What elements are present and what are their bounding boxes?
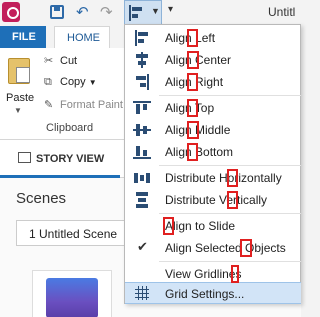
scene-selector[interactable]: 1 Untitled Scene bbox=[16, 220, 136, 246]
save-icon[interactable] bbox=[50, 5, 64, 19]
format-painter-label: Format Paint bbox=[60, 99, 123, 111]
copy-icon: ⧉ bbox=[44, 76, 52, 88]
chevron-down-icon[interactable]: ▼ bbox=[151, 6, 160, 16]
align-left-icon bbox=[129, 5, 145, 21]
story-view-label: STORY VIEW bbox=[36, 153, 105, 165]
distribute-horizontal-icon bbox=[133, 170, 151, 186]
menu-item-align-top[interactable]: Align Top bbox=[125, 97, 301, 119]
grid-icon bbox=[135, 286, 149, 300]
access-key-highlight bbox=[240, 239, 252, 257]
check-icon: ✔ bbox=[137, 239, 148, 254]
menu-separator bbox=[159, 213, 301, 214]
story-view-button[interactable]: STORY VIEW bbox=[18, 152, 104, 165]
menu-item-label: Align to Slide bbox=[165, 219, 236, 233]
menu-item-label: Align Bottom bbox=[165, 145, 234, 159]
tab-home[interactable]: HOME bbox=[54, 26, 110, 48]
redo-icon[interactable]: ↷ bbox=[100, 3, 113, 21]
app-logo-icon[interactable] bbox=[2, 2, 20, 22]
window-title: Untitl bbox=[268, 5, 296, 19]
access-key-highlight bbox=[187, 51, 199, 69]
menu-item-align-to-slide[interactable]: Align to Slide bbox=[125, 215, 301, 237]
menu-separator bbox=[159, 95, 301, 96]
chevron-down-icon: ▼ bbox=[88, 78, 97, 87]
menu-separator bbox=[159, 261, 301, 262]
tab-file[interactable]: FILE bbox=[0, 26, 46, 48]
access-key-highlight bbox=[227, 169, 238, 187]
menu-item-align-center[interactable]: Align Center bbox=[125, 49, 301, 71]
menu-item-grid-settings[interactable]: Grid Settings... bbox=[125, 282, 301, 304]
align-bottom-icon bbox=[133, 144, 151, 160]
menu-item-distribute-vertically[interactable]: Distribute Vertically bbox=[125, 189, 301, 211]
scenes-title: Scenes bbox=[16, 190, 67, 207]
align-middle-icon bbox=[133, 122, 151, 138]
cut-button[interactable]: ✂ Cut bbox=[44, 54, 77, 72]
distribute-vertical-icon bbox=[133, 192, 151, 208]
title-bar: ↶ ↷ ▼ ▾ Untitl bbox=[0, 0, 301, 26]
paste-button[interactable]: Paste bbox=[6, 92, 34, 104]
menu-item-align-bottom[interactable]: Align Bottom bbox=[125, 141, 301, 163]
align-right-icon bbox=[133, 74, 151, 90]
menu-item-align-selected-objects[interactable]: ✔ Align Selected Objects bbox=[125, 237, 301, 259]
story-view-icon bbox=[18, 152, 31, 163]
menu-item-align-left[interactable]: Align Left bbox=[125, 27, 301, 49]
clipboard-group-label: Clipboard bbox=[46, 122, 94, 134]
cut-label: Cut bbox=[60, 55, 78, 67]
format-painter-button[interactable]: ✎ Format Paint bbox=[44, 98, 123, 116]
access-key-highlight bbox=[231, 265, 239, 283]
align-center-icon bbox=[133, 52, 151, 68]
access-key-highlight bbox=[187, 121, 199, 139]
copy-button[interactable]: ⧉ Copy ▼ bbox=[44, 76, 97, 94]
align-split-button[interactable]: ▼ bbox=[124, 0, 162, 26]
access-key-highlight bbox=[187, 29, 198, 47]
menu-separator bbox=[159, 165, 301, 166]
access-key-highlight bbox=[187, 73, 198, 91]
access-key-highlight bbox=[187, 99, 198, 117]
align-left-icon bbox=[133, 30, 151, 46]
access-key-highlight bbox=[163, 217, 174, 235]
menu-item-distribute-horizontally[interactable]: Distribute Horizontally bbox=[125, 167, 301, 189]
customize-toolbar-icon[interactable]: ▾ bbox=[168, 4, 173, 15]
align-menu: Align Left Align Center Align Right Alig… bbox=[124, 24, 301, 304]
access-key-highlight bbox=[227, 191, 238, 209]
menu-item-align-right[interactable]: Align Right bbox=[125, 71, 301, 93]
menu-item-align-middle[interactable]: Align Middle bbox=[125, 119, 301, 141]
scissors-icon: ✂ bbox=[44, 55, 54, 67]
slide-thumbnail[interactable] bbox=[46, 278, 98, 317]
brush-icon: ✎ bbox=[44, 99, 54, 111]
access-key-highlight bbox=[187, 143, 198, 161]
menu-item-label: Distribute Horizontally bbox=[165, 171, 282, 185]
menu-item-label: View Gridlines bbox=[165, 267, 242, 281]
paste-icon[interactable] bbox=[8, 58, 30, 84]
chevron-down-icon[interactable]: ▼ bbox=[14, 106, 22, 115]
align-top-icon bbox=[133, 100, 151, 116]
undo-icon[interactable]: ↶ bbox=[76, 3, 89, 21]
menu-item-label: Align Selected Objects bbox=[165, 241, 286, 255]
menu-item-label: Grid Settings... bbox=[165, 287, 245, 301]
copy-label: Copy bbox=[60, 76, 86, 88]
menu-item-label: Distribute Vertically bbox=[165, 193, 268, 207]
